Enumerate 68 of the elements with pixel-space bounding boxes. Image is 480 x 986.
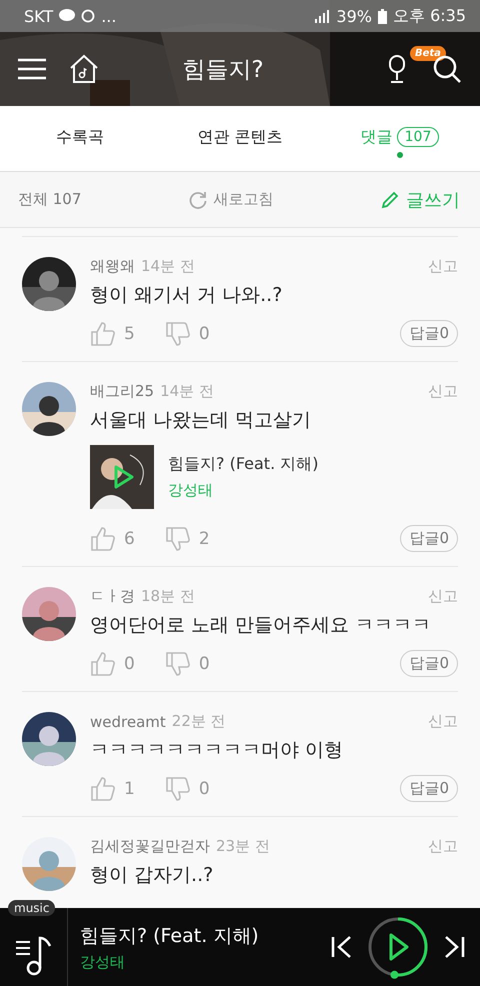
- more-notifications: ...: [101, 6, 116, 26]
- comment-text: 형이 갑자기..?: [90, 863, 214, 888]
- comment-count: 107: [396, 127, 440, 147]
- report-button[interactable]: 신고: [428, 712, 458, 731]
- song-title: 힘들지? (Feat. 지해): [168, 454, 318, 475]
- user-name: wedreamt: [90, 712, 166, 730]
- music-badge: music: [8, 900, 56, 916]
- like-count: 5: [124, 324, 135, 344]
- play-icon[interactable]: [114, 465, 134, 489]
- comment-time: 23분 전: [216, 837, 270, 856]
- reply-button[interactable]: 답글0: [400, 775, 458, 802]
- report-button[interactable]: 신고: [428, 257, 458, 276]
- signal-icon: [314, 9, 330, 23]
- chat-icon: [59, 9, 76, 23]
- comment-text: ㅋㅋㅋㅋㅋㅋㅋㅋㅋ머야 이형: [90, 738, 344, 763]
- user-name: 왜왱왜: [90, 257, 135, 276]
- report-button[interactable]: 신고: [428, 837, 458, 856]
- like-count: 1: [124, 778, 135, 798]
- report-button[interactable]: 신고: [428, 382, 458, 401]
- reply-button[interactable]: 답글0: [400, 525, 458, 552]
- comment-time: 14분 전: [160, 382, 214, 401]
- play-button[interactable]: [366, 915, 430, 979]
- comment-text: 영어단어로 노래 만들어주세요 ㅋㅋㅋㅋ: [90, 613, 432, 638]
- now-playing-artist: 강성태: [80, 952, 126, 972]
- battery-level: 39%: [336, 6, 372, 26]
- write-button[interactable]: 글쓰기: [380, 188, 460, 212]
- thumbs-up-icon[interactable]: [90, 526, 116, 552]
- tab-label: 댓글: [360, 126, 393, 148]
- like-count: 6: [124, 528, 135, 548]
- dislike-count: 2: [198, 528, 210, 548]
- thumbs-up-icon[interactable]: [90, 320, 116, 346]
- carrier-name: SKT: [24, 6, 54, 26]
- tab[interactable]: 수록곡: [0, 106, 160, 171]
- now-playing-title: 힘들지? (Feat. 지해): [80, 924, 260, 948]
- comment-time: 14분 전: [141, 257, 195, 276]
- battery-icon: [378, 8, 387, 24]
- report-button[interactable]: 신고: [428, 587, 458, 606]
- refresh-button[interactable]: 새로고침: [188, 190, 274, 210]
- artist-name: 강성태: [168, 481, 214, 500]
- dislike-count: 0: [198, 654, 210, 674]
- reply-button[interactable]: 답글0: [400, 320, 458, 347]
- thumbs-up-icon[interactable]: [90, 776, 116, 802]
- thumbs-down-icon[interactable]: [164, 650, 191, 676]
- comment-time: 18분 전: [141, 587, 195, 606]
- refresh-icon: [188, 190, 208, 210]
- pencil-icon: [380, 190, 400, 210]
- clock: 오후 6:35: [392, 6, 466, 26]
- user-name: 김세정꽃길만걷자: [90, 837, 210, 856]
- comment-text: 서울대 나왔는데 먹고살기: [90, 408, 312, 433]
- home-icon[interactable]: [68, 54, 100, 84]
- tab[interactable]: 댓글 107: [320, 106, 480, 171]
- thumbs-down-icon[interactable]: [164, 320, 191, 346]
- thumbs-down-icon[interactable]: [164, 526, 191, 552]
- dislike-count: 0: [198, 324, 210, 344]
- like-count: 0: [124, 654, 135, 674]
- menu-icon[interactable]: [18, 58, 46, 80]
- thumbs-down-icon[interactable]: [164, 776, 191, 802]
- user-name: ㄷㅏ경: [90, 587, 135, 606]
- thumbs-up-icon[interactable]: [90, 650, 116, 676]
- reply-button[interactable]: 답글0: [400, 650, 458, 677]
- sync-icon: [81, 9, 96, 23]
- page-title: 힘들지?: [181, 56, 265, 84]
- comment-text: 형이 왜기서 거 나와..?: [90, 283, 284, 308]
- user-name: 배그리25: [90, 382, 154, 401]
- tab[interactable]: 연관 콘텐츠: [160, 106, 320, 171]
- dislike-count: 0: [198, 778, 210, 798]
- total-count: 전체 107: [18, 190, 82, 209]
- comment-time: 22분 전: [172, 712, 226, 731]
